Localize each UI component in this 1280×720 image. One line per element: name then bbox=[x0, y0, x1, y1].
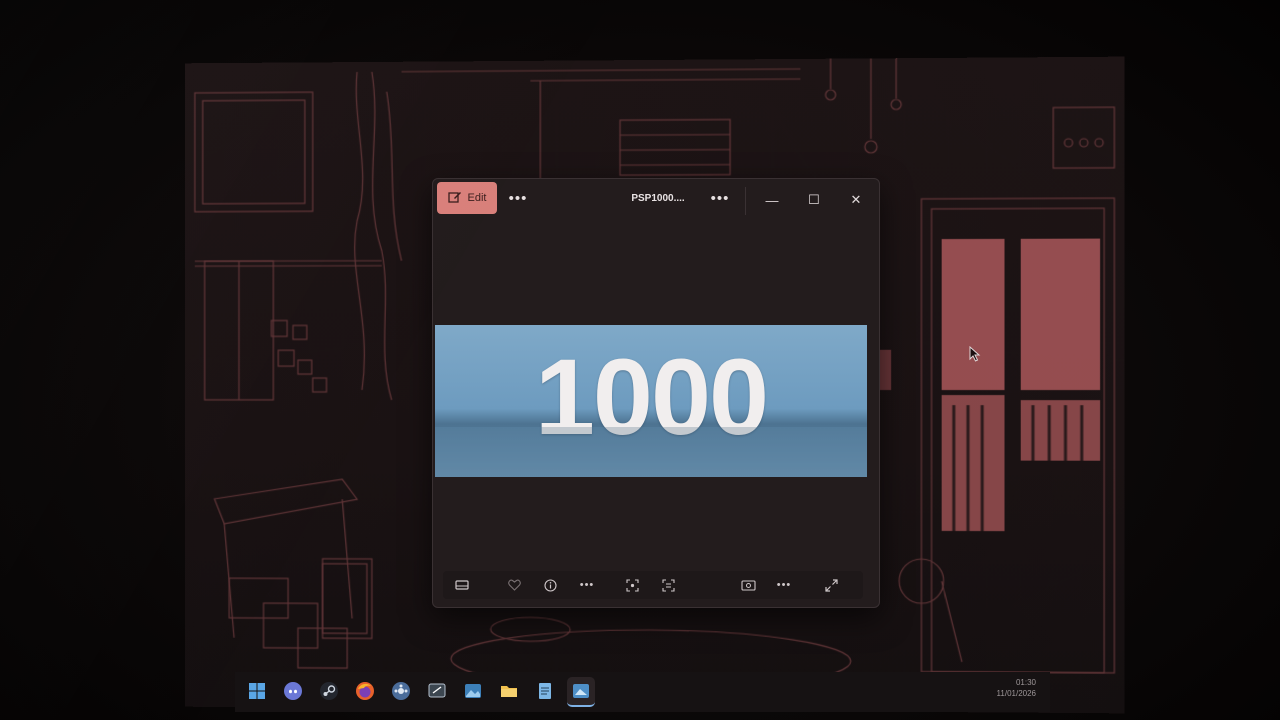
scan-text-icon[interactable] bbox=[657, 575, 679, 595]
close-button[interactable]: ✕ bbox=[844, 189, 868, 211]
clock-date: 11/01/2026 bbox=[997, 688, 1036, 699]
edit-button[interactable]: Edit bbox=[437, 182, 497, 214]
more-options-button[interactable]: ••• bbox=[505, 189, 531, 209]
fullscreen-expand-icon[interactable] bbox=[820, 575, 842, 595]
notepad-icon[interactable] bbox=[531, 677, 559, 705]
photo-of-monitor: Edit ••• PSP1000.... ••• — ☐ ✕ 1000 ••• … bbox=[0, 0, 1280, 720]
favorite-heart-icon[interactable] bbox=[503, 575, 525, 595]
snipping-tool-icon[interactable] bbox=[423, 677, 451, 705]
filmstrip-icon[interactable] bbox=[451, 575, 473, 595]
mouse-cursor-icon bbox=[969, 346, 981, 367]
photo-canvas: 1000 bbox=[435, 325, 867, 477]
photo-shade bbox=[435, 427, 867, 477]
bottom-toolbar: ••• ••• bbox=[443, 571, 863, 599]
info-icon[interactable] bbox=[539, 575, 561, 595]
file-explorer-icon[interactable] bbox=[495, 677, 523, 705]
minimize-button[interactable]: — bbox=[760, 189, 784, 211]
photos-app-window: Edit ••• PSP1000.... ••• — ☐ ✕ 1000 ••• … bbox=[432, 178, 880, 608]
clock-time: 01:30 bbox=[997, 677, 1036, 688]
start-icon[interactable] bbox=[243, 677, 271, 705]
zoom-more-button[interactable]: ••• bbox=[773, 575, 795, 595]
edit-button-label: Edit bbox=[468, 192, 487, 204]
launcher-icon[interactable] bbox=[387, 677, 415, 705]
toolbar-more-button[interactable]: ••• bbox=[576, 575, 598, 595]
firefox-icon[interactable] bbox=[351, 677, 379, 705]
visual-search-icon[interactable] bbox=[621, 575, 643, 595]
title-more-button[interactable]: ••• bbox=[707, 189, 733, 209]
taskbar: 01:30 11/01/2026 bbox=[235, 672, 1050, 712]
title-bar: Edit ••• PSP1000.... ••• — ☐ ✕ bbox=[433, 179, 879, 221]
taskbar-apps bbox=[243, 677, 595, 707]
edit-image-icon bbox=[448, 190, 462, 207]
system-clock[interactable]: 01:30 11/01/2026 bbox=[997, 677, 1036, 699]
window-title: PSP1000.... bbox=[618, 193, 698, 204]
photos-icon[interactable] bbox=[459, 677, 487, 705]
steam-icon[interactable] bbox=[315, 677, 343, 705]
photos-viewer-icon[interactable] bbox=[567, 677, 595, 707]
maximize-button[interactable]: ☐ bbox=[802, 189, 826, 211]
fit-to-window-icon[interactable] bbox=[737, 575, 759, 595]
title-divider bbox=[745, 187, 746, 215]
discord-icon[interactable] bbox=[279, 677, 307, 705]
